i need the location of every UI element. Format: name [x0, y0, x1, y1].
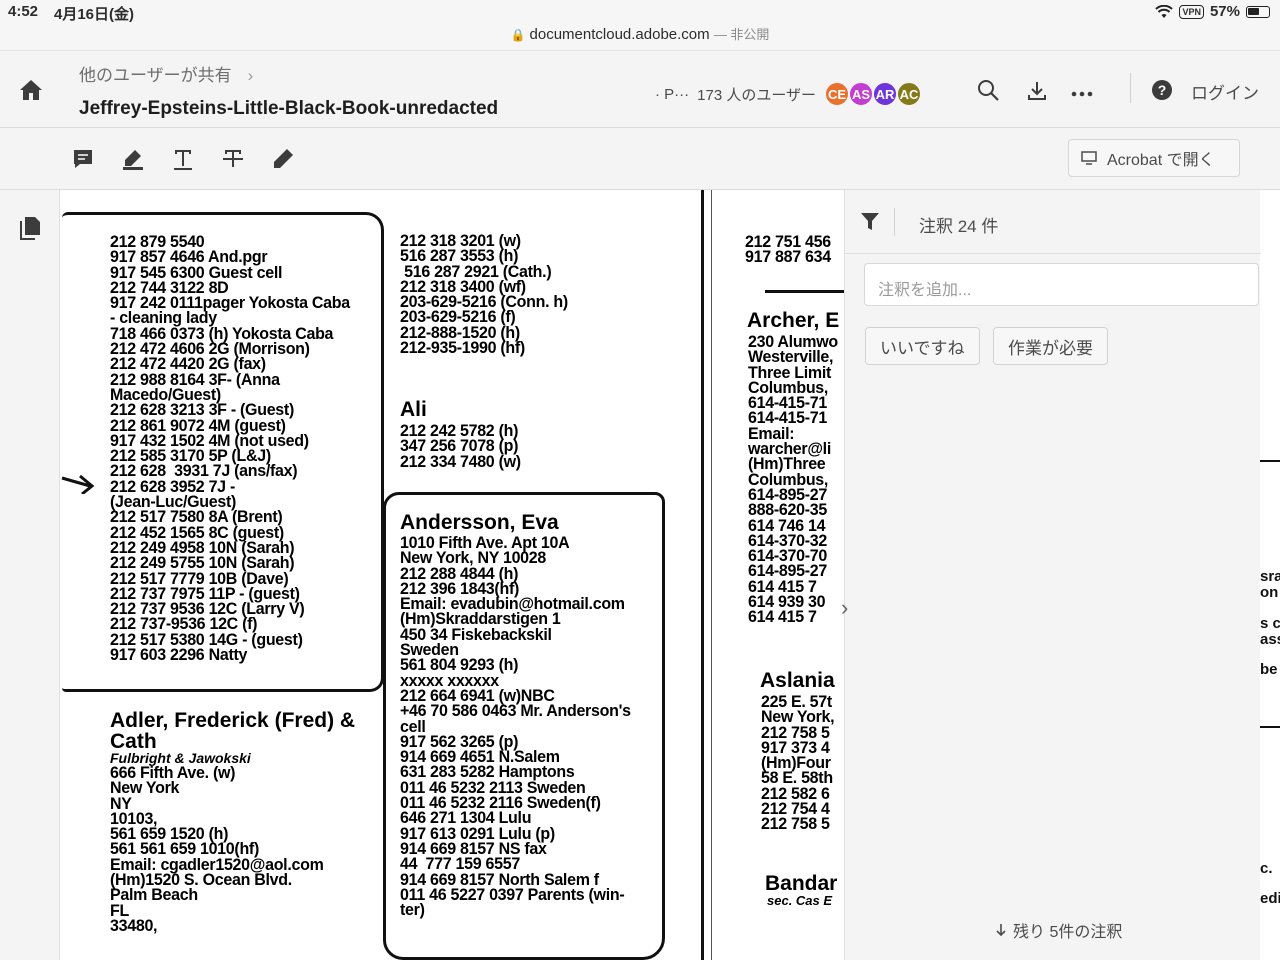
page-right-edge: sra on s c ass be c. edi: [1260, 190, 1280, 960]
comments-count: 注釈 24 件: [919, 217, 999, 236]
filter-icon[interactable]: [859, 210, 881, 232]
entry-name-aslania: Aslania: [760, 669, 835, 692]
entry-phones-col1: 212 879 5540 917 857 4646 And.pgr 917 54…: [110, 233, 350, 665]
entry-phones-col3: 212 751 456 917 887 634: [745, 233, 831, 267]
home-icon[interactable]: [18, 78, 44, 102]
edge-text-5: be: [1260, 661, 1278, 678]
open-in-acrobat-button[interactable]: Acrobat で開く: [1068, 139, 1240, 177]
avatar-group[interactable]: CE AS AR AC: [824, 81, 923, 107]
document-title: Jeffrey-Epsteins-Little-Black-Book-unred…: [79, 98, 499, 119]
draw-icon[interactable]: [271, 147, 295, 171]
needs-work-button[interactable]: 作業が必要: [993, 327, 1108, 365]
breadcrumb[interactable]: 他のユーザーが共有 ›: [79, 61, 253, 86]
document-viewer[interactable]: 212 879 5540 917 857 4646 And.pgr 917 54…: [60, 190, 844, 960]
private-label: — 非公開: [713, 27, 770, 42]
lock-icon: 🔒: [510, 28, 526, 42]
monitor-icon: [1081, 151, 1097, 165]
comment-icon[interactable]: [71, 147, 95, 171]
avatar[interactable]: AC: [896, 81, 923, 107]
header-divider: [894, 208, 895, 236]
more-comments-link[interactable]: 残り 5件の注釈: [995, 918, 1122, 942]
status-date: 4月16日(金): [54, 6, 135, 23]
left-rail: [0, 190, 60, 960]
status-time: 4:52: [8, 3, 39, 20]
battery-percent: 57%: [1209, 3, 1240, 20]
arrow-down-icon: [996, 924, 1006, 937]
strikethrough-icon[interactable]: [221, 147, 245, 171]
edge-text-7: edi: [1260, 890, 1280, 907]
avatar[interactable]: AR: [872, 81, 899, 107]
edge-text-2: on: [1260, 584, 1279, 601]
entry-phones-col2: 212 318 3201 (w) 516 287 3553 (h) 516 28…: [400, 232, 568, 358]
entry-details-ali: 212 242 5782 (h) 347 256 7078 (p) 212 33…: [400, 422, 521, 471]
avatar[interactable]: AS: [848, 81, 875, 107]
page-separator-faint: [711, 190, 712, 960]
annotation-toolbar: Acrobat で開く: [0, 128, 1280, 190]
edge-text-4: ass: [1260, 631, 1280, 648]
svg-text:?: ?: [1158, 82, 1167, 98]
header-divider: [1130, 73, 1131, 103]
add-comment-input[interactable]: 注釈を追加...: [864, 263, 1259, 306]
comments-header: 注釈 24 件: [845, 190, 1261, 254]
wifi-icon: [1155, 4, 1174, 18]
status-bar: 4:52 4月16日(金) VPN 57%: [0, 0, 1280, 24]
help-icon[interactable]: ?: [1150, 78, 1174, 102]
login-link[interactable]: ログイン: [1191, 79, 1259, 104]
comments-panel: › 注釈 24 件 注釈を追加... いいですね 作業が必要 残り 5件の注釈: [841, 190, 1261, 960]
arrow-mark-icon: [61, 474, 95, 494]
entry-name-archer: Archer, E: [747, 309, 840, 332]
entry-name-andersson: Andersson, Eva: [400, 511, 559, 534]
pages-icon[interactable]: [19, 216, 41, 240]
url-bar[interactable]: 🔒 documentcloud.adobe.com — 非公開: [0, 24, 1280, 50]
breadcrumb-shared[interactable]: 他のユーザーが共有: [79, 66, 232, 85]
vpn-badge: VPN: [1179, 4, 1204, 19]
edge-text-3: s c: [1260, 615, 1280, 632]
entry-details-aslania: 225 E. 57t New York, 212 758 5 917 373 4…: [761, 693, 835, 834]
entry-details-andersson: 1010 Fifth Ave. Apt 10A New York, NY 100…: [400, 534, 631, 920]
entry-divider: [765, 290, 844, 293]
entry-details-archer: 230 Alumwo Westerville, Three Limit Colu…: [748, 333, 838, 627]
entry-name-bandar: Bandar: [765, 872, 838, 895]
share-info[interactable]: · P··· 173 人のユーザー CE AS AR AC: [655, 81, 923, 107]
entry-name-ali: Ali: [400, 398, 427, 421]
battery-icon: [1246, 5, 1270, 18]
users-count[interactable]: 173 人のユーザー: [697, 84, 816, 105]
shared-partial-label: · P···: [655, 85, 690, 103]
chevron-right-icon: ›: [247, 66, 254, 85]
like-button[interactable]: いいですね: [865, 327, 980, 365]
entry-details-adler: 666 Fifth Ave. (w) New York NY 10103, 56…: [110, 764, 324, 935]
page-separator: [701, 190, 704, 960]
edge-text-6: c.: [1260, 860, 1273, 877]
avatar[interactable]: CE: [824, 81, 851, 107]
edge-rule-2: [1260, 726, 1280, 728]
url-text: documentcloud.adobe.com: [529, 26, 710, 43]
status-right: VPN 57%: [1155, 3, 1270, 20]
download-icon[interactable]: [1025, 78, 1049, 102]
entry-name-adler: Adler, Frederick (Fred) & Cath: [110, 709, 356, 753]
app-header: 他のユーザーが共有 › Jeffrey-Epsteins-Little-Black…: [0, 50, 1280, 128]
more-icon[interactable]: [1070, 78, 1094, 102]
edge-rule: [1260, 460, 1280, 462]
text-icon[interactable]: [171, 147, 195, 171]
collapse-chevron-icon[interactable]: ›: [841, 595, 848, 621]
edge-text-1: sra: [1260, 568, 1280, 585]
more-comments-label: 残り 5件の注釈: [1013, 924, 1123, 941]
entry-sub-bandar: sec. Cas E: [767, 893, 833, 908]
open-in-acrobat-label: Acrobat で開く: [1107, 152, 1215, 169]
search-icon[interactable]: [976, 78, 1000, 102]
highlight-icon[interactable]: [121, 147, 145, 171]
